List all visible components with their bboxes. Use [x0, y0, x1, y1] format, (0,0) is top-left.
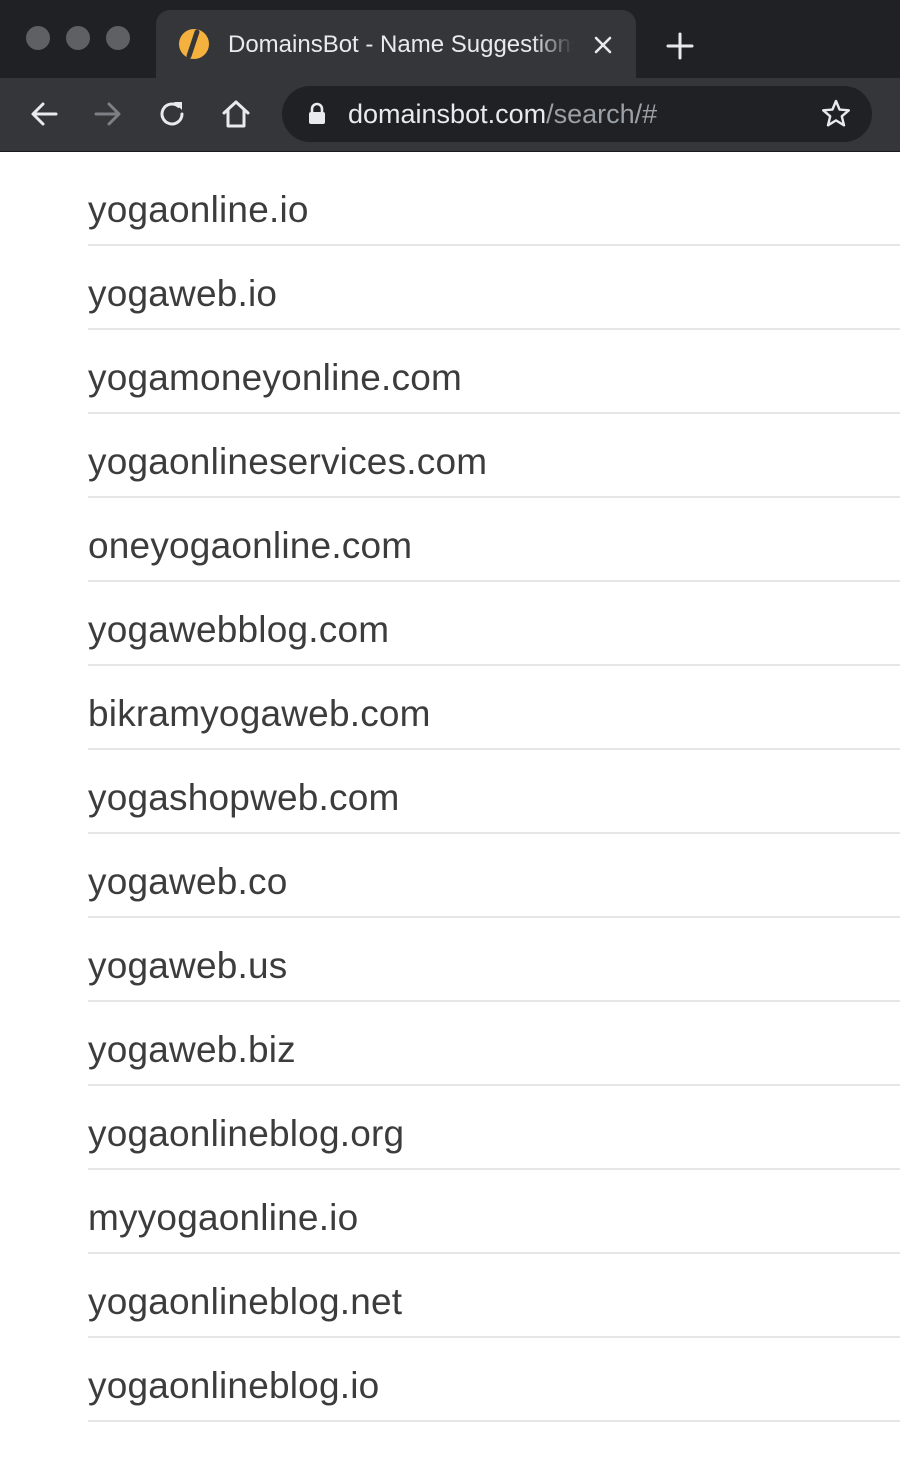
domain-name[interactable]: yogaonline.io [88, 189, 309, 231]
domain-name[interactable]: yogaweb.biz [88, 1029, 296, 1071]
domain-suggestion-item[interactable]: yogamoneyonline.com [88, 330, 900, 414]
browser-tab-active[interactable]: DomainsBot - Name Suggestions [156, 10, 636, 78]
domain-name[interactable]: yogaonlineservices.com [88, 441, 487, 483]
domain-name[interactable]: yogamoneyonline.com [88, 357, 462, 399]
domain-name[interactable]: yogaonlineblog.net [88, 1281, 402, 1323]
domain-name[interactable]: yogaweb.io [88, 273, 277, 315]
browser-toolbar: domainsbot.com/search/# [0, 78, 900, 152]
domain-name[interactable]: myyogaonline.io [88, 1197, 358, 1239]
domain-suggestion-list: yogaonline.io yogaweb.io yogamoneyonline… [88, 162, 900, 1422]
domain-suggestion-item[interactable]: yogaonlineservices.com [88, 414, 900, 498]
forward-arrow-icon[interactable] [90, 96, 126, 132]
reload-icon[interactable] [154, 96, 190, 132]
browser-chrome: DomainsBot - Name Suggestions domainsbot… [0, 0, 900, 152]
tab-title: DomainsBot - Name Suggestions [228, 31, 574, 58]
domain-suggestion-item[interactable]: yogaonlineblog.io [88, 1338, 900, 1422]
domain-suggestion-item[interactable]: yogashopweb.com [88, 750, 900, 834]
domain-name[interactable]: yogaweb.us [88, 945, 287, 987]
domain-name[interactable]: yogawebblog.com [88, 609, 389, 651]
lock-icon[interactable] [306, 102, 328, 126]
close-icon[interactable] [588, 30, 618, 60]
tab-strip: DomainsBot - Name Suggestions [0, 0, 900, 78]
back-arrow-icon[interactable] [26, 96, 62, 132]
url-text[interactable]: domainsbot.com/search/# [348, 99, 657, 129]
domain-suggestion-item[interactable]: yogaweb.io [88, 246, 900, 330]
star-icon[interactable] [820, 98, 852, 130]
url-path: /search/# [546, 99, 658, 129]
window-close-dot[interactable] [26, 26, 50, 50]
domainsbot-logo-icon [178, 28, 210, 60]
domain-suggestion-item[interactable]: yogaweb.us [88, 918, 900, 1002]
home-icon[interactable] [218, 96, 254, 132]
domain-suggestion-item[interactable]: yogaweb.biz [88, 1002, 900, 1086]
domain-suggestion-item[interactable]: yogaonlineblog.net [88, 1254, 900, 1338]
domain-name[interactable]: yogaonlineblog.io [88, 1365, 379, 1407]
domain-name[interactable]: yogashopweb.com [88, 777, 400, 819]
domain-suggestion-item[interactable]: yogaweb.co [88, 834, 900, 918]
domain-suggestion-item[interactable]: oneyogaonline.com [88, 498, 900, 582]
domain-name[interactable]: yogaonlineblog.org [88, 1113, 404, 1155]
domain-name[interactable]: oneyogaonline.com [88, 525, 412, 567]
window-zoom-dot[interactable] [106, 26, 130, 50]
domain-suggestion-item[interactable]: yogawebblog.com [88, 582, 900, 666]
domain-suggestion-item[interactable]: bikramyogaweb.com [88, 666, 900, 750]
domain-name[interactable]: bikramyogaweb.com [88, 693, 431, 735]
domain-suggestion-item[interactable]: yogaonlineblog.org [88, 1086, 900, 1170]
domain-suggestion-item[interactable]: myyogaonline.io [88, 1170, 900, 1254]
domain-name[interactable]: yogaweb.co [88, 861, 287, 903]
domain-suggestion-item[interactable]: yogaonline.io [88, 162, 900, 246]
page-content: yogaonline.io yogaweb.io yogamoneyonline… [0, 152, 900, 1460]
url-host: domainsbot.com [348, 99, 547, 129]
window-minimize-dot[interactable] [66, 26, 90, 50]
address-bar[interactable]: domainsbot.com/search/# [282, 86, 872, 142]
plus-icon[interactable] [662, 28, 698, 64]
